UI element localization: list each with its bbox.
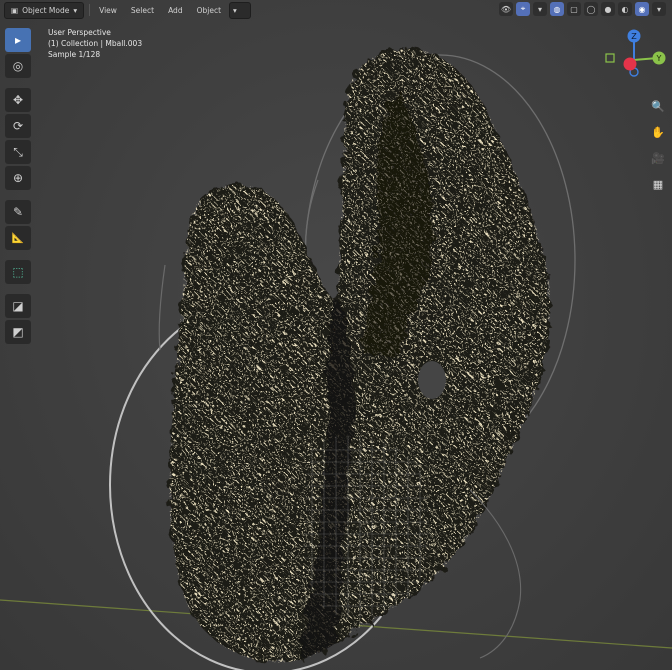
y-axis-label: Y <box>656 54 662 63</box>
move-tool[interactable]: ✥ <box>5 88 31 112</box>
camera-icon: 🎥 <box>651 151 665 165</box>
menu-select[interactable]: Select <box>125 3 160 18</box>
viewport-header: ▣ Object Mode ▾ View Select Add Object ▾… <box>0 0 672 20</box>
scale-icon: ⤡ <box>13 144 23 159</box>
transform-tool[interactable]: ⊕ <box>5 166 31 190</box>
grid-icon: ▦ <box>652 177 664 191</box>
shear-icon: ◩ <box>12 325 24 339</box>
transform-orientation-dropdown[interactable]: ▾ <box>229 1 252 19</box>
cursor-tool[interactable]: ◎ <box>5 54 31 78</box>
navigation-gizmo[interactable]: Z Y <box>598 24 670 96</box>
measure-tool[interactable]: 📐 <box>5 226 31 250</box>
toolbar-gap <box>5 286 33 292</box>
chevron-down-icon: ▾ <box>73 5 78 15</box>
extra-tool-1[interactable]: ◪ <box>5 294 31 318</box>
transform-icon: ⊕ <box>12 171 24 185</box>
shading-wireframe-icon[interactable]: ◯ <box>584 2 598 16</box>
gizmo-toggle-icon[interactable]: ⌖ <box>516 2 530 16</box>
extra-tool-2[interactable]: ◩ <box>5 320 31 344</box>
render-sample-count: Sample 1/128 <box>48 50 101 59</box>
overlays-toggle-icon[interactable]: ◍ <box>550 2 564 16</box>
shrink-icon: ◪ <box>12 299 24 313</box>
tool-shelf: ▸ ◎ ✥ ⟳ ⤡ ⊕ ✎ 📐 ⬚ ◪ ◩ <box>5 28 33 344</box>
x-axis-handle[interactable] <box>623 57 637 71</box>
shading-material-icon[interactable]: ◐ <box>618 2 632 16</box>
toolbar-gap <box>5 192 33 198</box>
viewport-header-right: 👁 ⌖ ▾ ◍ ▢ ◯ ● ◐ ◉ ▾ <box>499 2 666 16</box>
header-divider <box>89 4 91 16</box>
add-cube-tool[interactable]: ⬚ <box>5 260 31 284</box>
zoom-icon: 🔍 <box>651 99 665 113</box>
chevron-down-icon: ▾ <box>233 5 237 15</box>
scale-tool[interactable]: ⤡ <box>5 140 31 164</box>
hand-icon: ✋ <box>651 125 665 139</box>
object-mode-icon: ▣ <box>11 5 19 15</box>
scene-render <box>0 49 672 670</box>
select-box-tool[interactable]: ▸ <box>5 28 31 52</box>
camera-view-button[interactable]: 🎥 <box>648 148 668 168</box>
menu-object[interactable]: Object <box>191 3 227 18</box>
move-icon: ✥ <box>12 93 24 107</box>
3d-cursor-icon: ◎ <box>12 59 24 73</box>
ortho-toggle-button[interactable]: ▦ <box>648 174 668 194</box>
pencil-icon: ✎ <box>12 205 24 219</box>
shading-rendered-icon[interactable]: ◉ <box>635 2 649 16</box>
ruler-icon: 📐 <box>11 232 25 244</box>
mode-label: Object Mode <box>22 5 70 15</box>
toolbar-gap <box>5 80 33 86</box>
cube-add-icon: ⬚ <box>12 265 24 279</box>
annotate-tool[interactable]: ✎ <box>5 200 31 224</box>
3d-viewport[interactable]: ▣ Object Mode ▾ View Select Add Object ▾… <box>0 0 672 670</box>
rotate-icon: ⟳ <box>12 119 24 133</box>
viewport-info-overlay: User Perspective (1) Collection | Mball.… <box>48 27 142 60</box>
neg-y-handle[interactable] <box>605 53 615 63</box>
xray-toggle-icon[interactable]: ▢ <box>567 2 581 16</box>
mode-selector[interactable]: ▣ Object Mode ▾ <box>4 1 85 19</box>
rotate-tool[interactable]: ⟳ <box>5 114 31 138</box>
visibility-icon[interactable]: 👁 <box>499 2 513 16</box>
toolbar-gap <box>5 252 33 258</box>
zoom-button[interactable]: 🔍 <box>648 96 668 116</box>
select-cursor-icon: ▸ <box>14 33 22 47</box>
shading-solid-icon[interactable]: ● <box>601 2 615 16</box>
view-name: User Perspective <box>48 28 111 37</box>
overlay-dropdown-icon[interactable]: ▾ <box>533 2 547 16</box>
pan-button[interactable]: ✋ <box>648 122 668 142</box>
menu-view[interactable]: View <box>93 3 123 18</box>
shading-options-icon[interactable]: ▾ <box>652 2 666 16</box>
active-collection: (1) Collection | Mball.003 <box>48 39 143 48</box>
menu-add[interactable]: Add <box>162 3 189 18</box>
z-axis-label: Z <box>631 32 637 41</box>
viewport-navigation: 🔍 ✋ 🎥 ▦ <box>648 96 668 194</box>
